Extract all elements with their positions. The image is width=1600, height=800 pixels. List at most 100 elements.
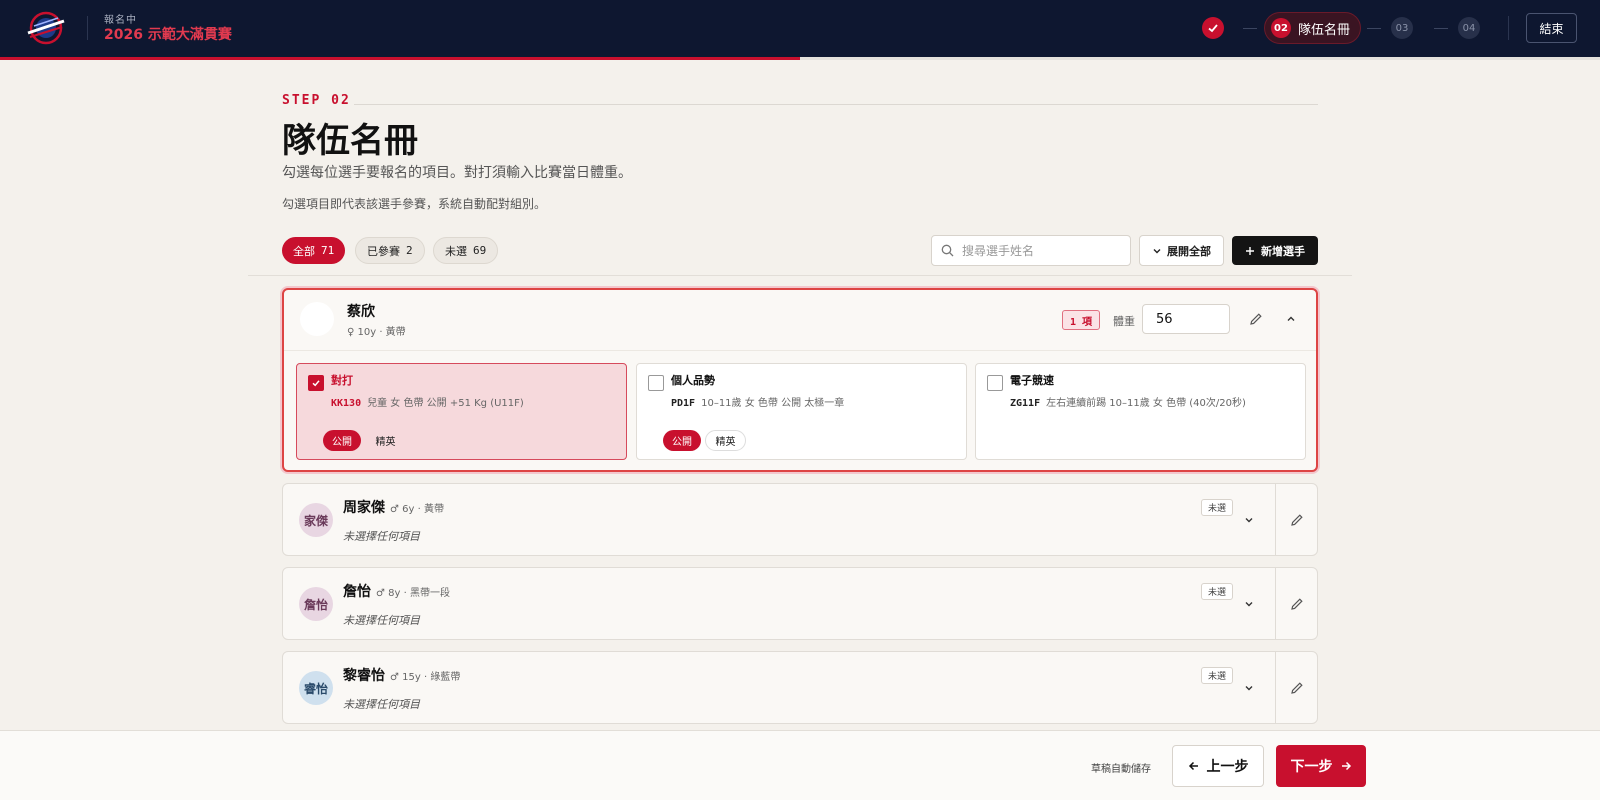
avatar: 睿怡 xyxy=(299,671,333,705)
step-4[interactable]: 04 xyxy=(1458,17,1480,39)
avatar: 詹怡 xyxy=(299,587,333,621)
event-title: 電子競速 xyxy=(1010,374,1054,387)
header-divider xyxy=(1508,16,1509,40)
weight-input[interactable]: 56 xyxy=(1142,304,1230,334)
plus-icon xyxy=(1246,246,1254,255)
event-code: PD1F xyxy=(671,398,696,409)
card-divider xyxy=(1275,484,1276,555)
event-desc: KK130 兒童 女 色帶 公開 +51 Kg (U11F) xyxy=(331,394,524,409)
chevron-down-icon xyxy=(1153,248,1161,253)
chevron-down-icon xyxy=(1245,602,1253,607)
event-count-badge: 1 項 xyxy=(1062,310,1100,330)
tag-open: 公開 xyxy=(663,430,701,451)
athlete-meta: ♂ 8y · 黑帶一段 xyxy=(376,588,450,599)
filter-label: 全部 xyxy=(293,244,315,258)
no-events-text: 未選擇任何項目 xyxy=(343,614,420,627)
expand-button[interactable] xyxy=(1235,674,1263,702)
athlete-meta: ♂ 6y · 黃帶 xyxy=(390,504,444,515)
search-icon xyxy=(941,244,954,257)
filter-entered[interactable]: 已參賽 2 xyxy=(355,237,425,264)
pencil-icon xyxy=(1291,598,1303,610)
header-divider xyxy=(87,16,88,40)
step-connector xyxy=(1434,28,1448,29)
autosave-status: 草稿自動儲存 xyxy=(1091,764,1151,775)
event-details: 左右連續前踢 10–11歲 女 色帶 (40次/20秒) xyxy=(1046,398,1246,409)
chevron-down-icon xyxy=(1245,518,1253,523)
expand-all-button[interactable]: 展開全部 xyxy=(1139,235,1224,266)
athlete-name: 周家傑 xyxy=(343,500,385,516)
filter-count: 71 xyxy=(321,244,335,257)
filter-all[interactable]: 全部 71 xyxy=(282,237,346,264)
step-label: 隊伍名冊 xyxy=(1298,22,1351,38)
end-button[interactable]: 結束 xyxy=(1526,13,1577,43)
filter-unselected[interactable]: 未選 69 xyxy=(433,237,499,264)
arrow-right-icon xyxy=(1341,761,1351,771)
avatar: 家傑 xyxy=(299,503,333,537)
pencil-icon xyxy=(1291,682,1303,694)
step-3[interactable]: 03 xyxy=(1391,17,1413,39)
next-step-label: 下一步 xyxy=(1290,759,1333,775)
page-description: 勾選每位選手要報名的項目。對打須輸入比賽當日體重。 xyxy=(282,165,632,181)
edit-button[interactable] xyxy=(1242,305,1270,333)
chevron-down-icon xyxy=(1245,686,1253,691)
footer-bar: 草稿自動儲存 上一步 下一步 xyxy=(0,730,1600,800)
search-input[interactable]: 搜尋選手姓名 xyxy=(931,235,1131,266)
filter-count: 2 xyxy=(406,244,413,257)
expand-button[interactable] xyxy=(1235,506,1263,534)
event-option-sparring[interactable]: 對打 KK130 兒童 女 色帶 公開 +51 Kg (U11F) 公開 精英 xyxy=(296,363,627,460)
logo-icon[interactable] xyxy=(24,9,68,47)
event-checkbox[interactable] xyxy=(308,375,324,391)
event-details: 兒童 女 色帶 公開 +51 Kg (U11F) xyxy=(367,398,524,409)
card-divider xyxy=(1275,568,1276,639)
page-title: 隊伍名冊 xyxy=(282,121,418,161)
step-number: 02 xyxy=(1271,18,1291,38)
athlete-card[interactable]: 家傑 周家傑 ♂ 6y · 黃帶 未選擇任何項目 未選 xyxy=(282,483,1318,556)
pencil-icon xyxy=(1250,313,1262,325)
athlete-name: 詹怡 xyxy=(343,584,371,600)
edit-button[interactable] xyxy=(1283,506,1311,534)
event-option-speed-kick[interactable]: 電子競速 ZG11F 左右連續前踢 10–11歲 女 色帶 (40次/20秒) xyxy=(975,363,1306,460)
step-connector xyxy=(1243,28,1257,29)
edit-button[interactable] xyxy=(1283,590,1311,618)
collapse-button[interactable] xyxy=(1277,305,1305,333)
progress-fill xyxy=(0,57,800,60)
next-step-button[interactable]: 下一步 xyxy=(1276,745,1366,787)
filter-label: 已參賽 xyxy=(367,244,400,258)
avatar xyxy=(300,302,334,336)
event-title: 2026 示範大滿貫賽 xyxy=(104,27,232,43)
expand-button[interactable] xyxy=(1235,590,1263,618)
expand-all-label: 展開全部 xyxy=(1167,244,1211,258)
event-code: KK130 xyxy=(331,398,362,409)
no-events-text: 未選擇任何項目 xyxy=(343,698,420,711)
filter-count: 69 xyxy=(473,244,487,257)
search-placeholder: 搜尋選手姓名 xyxy=(962,244,1035,258)
add-athlete-button[interactable]: 新增選手 xyxy=(1232,236,1318,265)
event-checkbox[interactable] xyxy=(987,375,1003,391)
page-note: 勾選項目即代表該選手參賽，系統自動配對組別。 xyxy=(282,197,547,211)
athlete-meta: ♀ 10y · 黃帶 xyxy=(347,327,406,338)
athlete-card: 蔡欣 ♀ 10y · 黃帶 1 項 體重 56 對打 KK130 兒童 女 色帶 … xyxy=(282,288,1318,472)
step-connector xyxy=(1367,28,1381,29)
status-badge: 未選 xyxy=(1201,667,1234,684)
event-title: 個人品勢 xyxy=(671,374,715,387)
athlete-card[interactable]: 睿怡 黎睿怡 ♂ 15y · 綠藍帶 未選擇任何項目 未選 xyxy=(282,651,1318,724)
toolbar-divider xyxy=(248,275,1352,276)
event-option-poomsae[interactable]: 個人品勢 PD1F 10–11歲 女 色帶 公開 太極一章 公開 精英 xyxy=(636,363,967,460)
tag-elite: 精英 xyxy=(705,430,746,451)
step-1-done[interactable] xyxy=(1202,17,1224,39)
no-events-text: 未選擇任何項目 xyxy=(343,530,420,543)
tag-open: 公開 xyxy=(323,430,361,451)
athlete-card[interactable]: 詹怡 詹怡 ♂ 8y · 黑帶一段 未選擇任何項目 未選 xyxy=(282,567,1318,640)
previous-step-label: 上一步 xyxy=(1206,759,1249,775)
filter-label: 未選 xyxy=(445,244,467,258)
event-checkbox[interactable] xyxy=(648,375,664,391)
eyebrow-rule xyxy=(354,104,1318,105)
check-icon xyxy=(1208,24,1218,33)
previous-step-button[interactable]: 上一步 xyxy=(1172,745,1264,787)
step-2-active[interactable]: 02 隊伍名冊 xyxy=(1264,12,1361,44)
card-divider xyxy=(284,350,1316,351)
edit-button[interactable] xyxy=(1283,674,1311,702)
event-desc: PD1F 10–11歲 女 色帶 公開 太極一章 xyxy=(671,394,844,409)
progress-bar xyxy=(0,57,1600,60)
athlete-name: 蔡欣 xyxy=(347,304,375,320)
